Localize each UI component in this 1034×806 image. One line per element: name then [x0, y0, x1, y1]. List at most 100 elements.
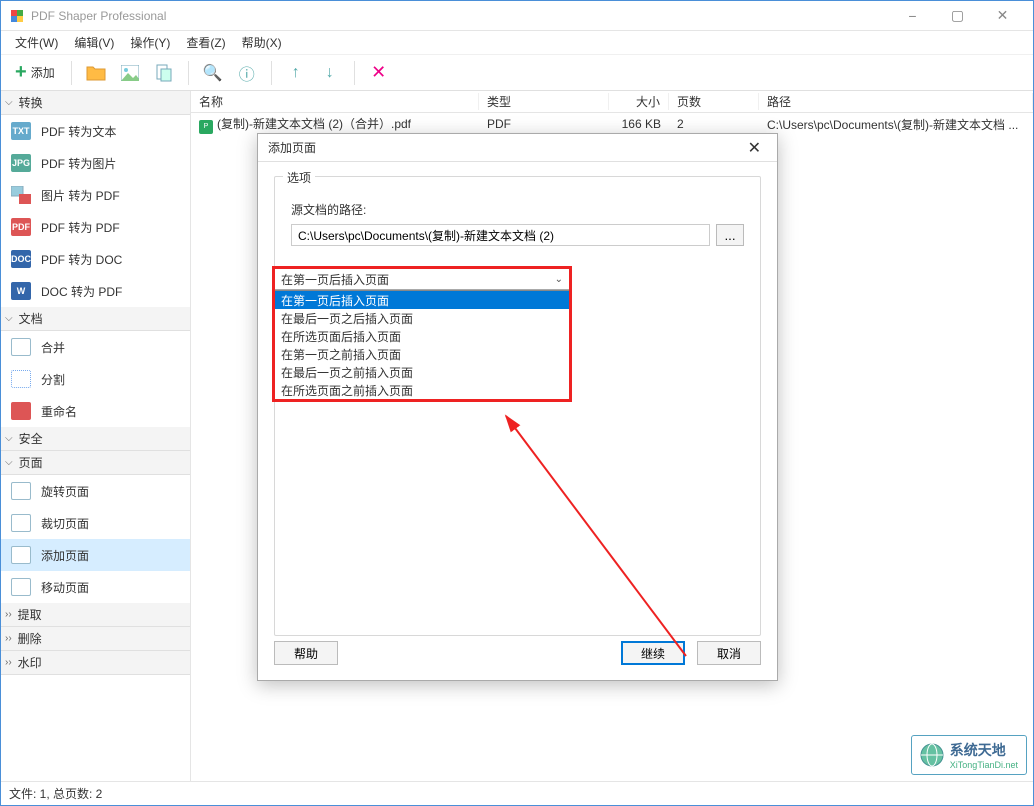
sidebar-item-pdf-to-image[interactable]: JPGPDF 转为图片: [1, 147, 190, 179]
remove-button[interactable]: ✕: [365, 59, 393, 87]
sidebar-item-add-pages[interactable]: 添加页面: [1, 539, 190, 571]
menu-operate[interactable]: 操作(Y): [122, 32, 178, 53]
file-type: PDF: [479, 117, 609, 131]
open-folder-button[interactable]: [82, 59, 110, 87]
move-page-icon: [11, 578, 31, 596]
dropdown-option[interactable]: 在第一页后插入页面: [275, 291, 569, 309]
minimize-button[interactable]: −: [890, 2, 935, 30]
sidebar-item-pdf-to-doc[interactable]: DOCPDF 转为 DOC: [1, 243, 190, 275]
menu-view[interactable]: 查看(Z): [178, 32, 233, 53]
sidebar-header-watermark[interactable]: ››水印: [1, 651, 190, 675]
sidebar-header-delete[interactable]: ››删除: [1, 627, 190, 651]
titlebar: PDF Shaper Professional − ▢ ✕: [1, 1, 1033, 31]
menu-file[interactable]: 文件(W): [7, 32, 66, 53]
sidebar-item-rotate-pages[interactable]: 旋转页面: [1, 475, 190, 507]
help-button[interactable]: 帮助: [274, 641, 338, 665]
word-icon: W: [11, 282, 31, 300]
maximize-button[interactable]: ▢: [935, 2, 980, 30]
rename-icon: [11, 402, 31, 420]
file-path: C:\Users\pc\Documents\(复制)-新建文本文档 ...: [759, 116, 1033, 133]
menubar: 文件(W) 编辑(V) 操作(Y) 查看(Z) 帮助(X): [1, 31, 1033, 55]
chevron-icon: ⌵: [5, 313, 13, 324]
chevron-right-icon: ››: [5, 657, 12, 668]
search-button[interactable]: 🔍: [199, 59, 227, 87]
dialog-close-button[interactable]: ✕: [742, 138, 767, 158]
image-icon: [121, 65, 139, 81]
file-name: (复制)-新建文本文档 (2)（合并）.pdf: [217, 117, 411, 131]
sidebar-item-merge[interactable]: 合并: [1, 331, 190, 363]
dropdown-option[interactable]: 在最后一页之前插入页面: [275, 363, 569, 381]
dropdown-option[interactable]: 在最后一页之后插入页面: [275, 309, 569, 327]
column-pages[interactable]: 页数: [669, 93, 759, 110]
split-icon: [11, 370, 31, 388]
sidebar-item-move-pages[interactable]: 移动页面: [1, 571, 190, 603]
x-icon: ✕: [371, 62, 386, 83]
dialog-titlebar: 添加页面 ✕: [258, 134, 777, 162]
column-type[interactable]: 类型: [479, 93, 609, 110]
add-page-icon: [11, 546, 31, 564]
sidebar-header-document[interactable]: ⌵文档: [1, 307, 190, 331]
folder-icon: [86, 64, 106, 82]
sidebar-item-image-to-pdf[interactable]: 图片 转为 PDF: [1, 179, 190, 211]
dropdown-selected-value: 在第一页后插入页面: [281, 271, 389, 288]
clipboard-icon: [156, 64, 172, 82]
sidebar-item-crop-pages[interactable]: 裁切页面: [1, 507, 190, 539]
options-groupbox: 选项 源文档的路径: ...: [274, 176, 761, 636]
source-path-input[interactable]: [291, 224, 710, 246]
insert-position-dropdown[interactable]: 在第一页后插入页面 ⌄ 在第一页后插入页面 在最后一页之后插入页面 在所选页面后…: [274, 268, 570, 290]
clipboard-button[interactable]: [150, 59, 178, 87]
menu-help[interactable]: 帮助(X): [234, 32, 290, 53]
sidebar-item-doc-to-pdf[interactable]: WDOC 转为 PDF: [1, 275, 190, 307]
merge-icon: [11, 338, 31, 356]
dialog-buttons: 帮助 继续 取消: [258, 636, 777, 670]
column-name[interactable]: 名称: [191, 93, 479, 110]
sidebar: ⌵ 转换 TXTPDF 转为文本 JPGPDF 转为图片 图片 转为 PDF P…: [1, 91, 191, 781]
sidebar-header-label: 转换: [19, 94, 43, 111]
chevron-icon: ⌵: [5, 433, 13, 444]
file-row[interactable]: P(复制)-新建文本文档 (2)（合并）.pdf PDF 166 KB 2 C:…: [191, 113, 1033, 135]
watermark-logo: 系统天地 XiTongTianDi.net: [911, 735, 1027, 775]
image-button[interactable]: [116, 59, 144, 87]
txt-icon: TXT: [11, 122, 31, 140]
sidebar-item-pdf-to-text[interactable]: TXTPDF 转为文本: [1, 115, 190, 147]
move-down-button[interactable]: ↓: [316, 59, 344, 87]
sidebar-header-convert[interactable]: ⌵ 转换: [1, 91, 190, 115]
sidebar-header-extract[interactable]: ››提取: [1, 603, 190, 627]
cancel-button[interactable]: 取消: [697, 641, 761, 665]
sidebar-item-pdf-to-pdf[interactable]: PDFPDF 转为 PDF: [1, 211, 190, 243]
browse-button[interactable]: ...: [716, 224, 744, 246]
window-title: PDF Shaper Professional: [31, 9, 890, 23]
column-path[interactable]: 路径: [759, 93, 1033, 110]
watermark-sub: XiTongTianDi.net: [950, 760, 1018, 770]
dropdown-list: 在第一页后插入页面 在最后一页之后插入页面 在所选页面后插入页面 在第一页之前插…: [274, 290, 570, 400]
continue-button[interactable]: 继续: [621, 641, 685, 665]
sidebar-item-split[interactable]: 分割: [1, 363, 190, 395]
close-button[interactable]: ✕: [980, 2, 1025, 30]
column-headers: 名称 类型 大小 页数 路径: [191, 91, 1033, 113]
info-button[interactable]: ⓘ: [233, 59, 261, 87]
img-to-pdf-icon: [11, 186, 31, 204]
sidebar-header-pages[interactable]: ⌵页面: [1, 451, 190, 475]
status-text: 文件: 1, 总页数: 2: [9, 785, 102, 802]
menu-edit[interactable]: 编辑(V): [66, 32, 122, 53]
dropdown-option[interactable]: 在第一页之前插入页面: [275, 345, 569, 363]
sidebar-item-rename[interactable]: 重命名: [1, 395, 190, 427]
add-pages-dialog: 添加页面 ✕ 选项 源文档的路径: ... 在第一页后插入页面 ⌄ 在第一页后插…: [257, 133, 778, 681]
chevron-icon: ⌵: [5, 457, 13, 468]
groupbox-legend: 选项: [283, 169, 315, 186]
dropdown-option[interactable]: 在所选页面后插入页面: [275, 327, 569, 345]
chevron-down-icon: ⌄: [555, 274, 563, 285]
column-size[interactable]: 大小: [609, 93, 669, 110]
plus-icon: +: [15, 61, 27, 84]
dropdown-option[interactable]: 在所选页面之前插入页面: [275, 381, 569, 399]
sidebar-header-security[interactable]: ⌵安全: [1, 427, 190, 451]
pdf-icon: PDF: [11, 218, 31, 236]
source-path-label: 源文档的路径:: [291, 201, 748, 218]
chevron-right-icon: ››: [5, 633, 12, 644]
jpg-icon: JPG: [11, 154, 31, 172]
dialog-body: 选项 源文档的路径: ... 在第一页后插入页面 ⌄ 在第一页后插入页面 在最后…: [258, 162, 777, 636]
pdf-file-icon: P: [199, 120, 213, 134]
move-up-button[interactable]: ↑: [282, 59, 310, 87]
add-button[interactable]: + 添加: [9, 61, 61, 84]
file-size: 166 KB: [609, 117, 669, 131]
